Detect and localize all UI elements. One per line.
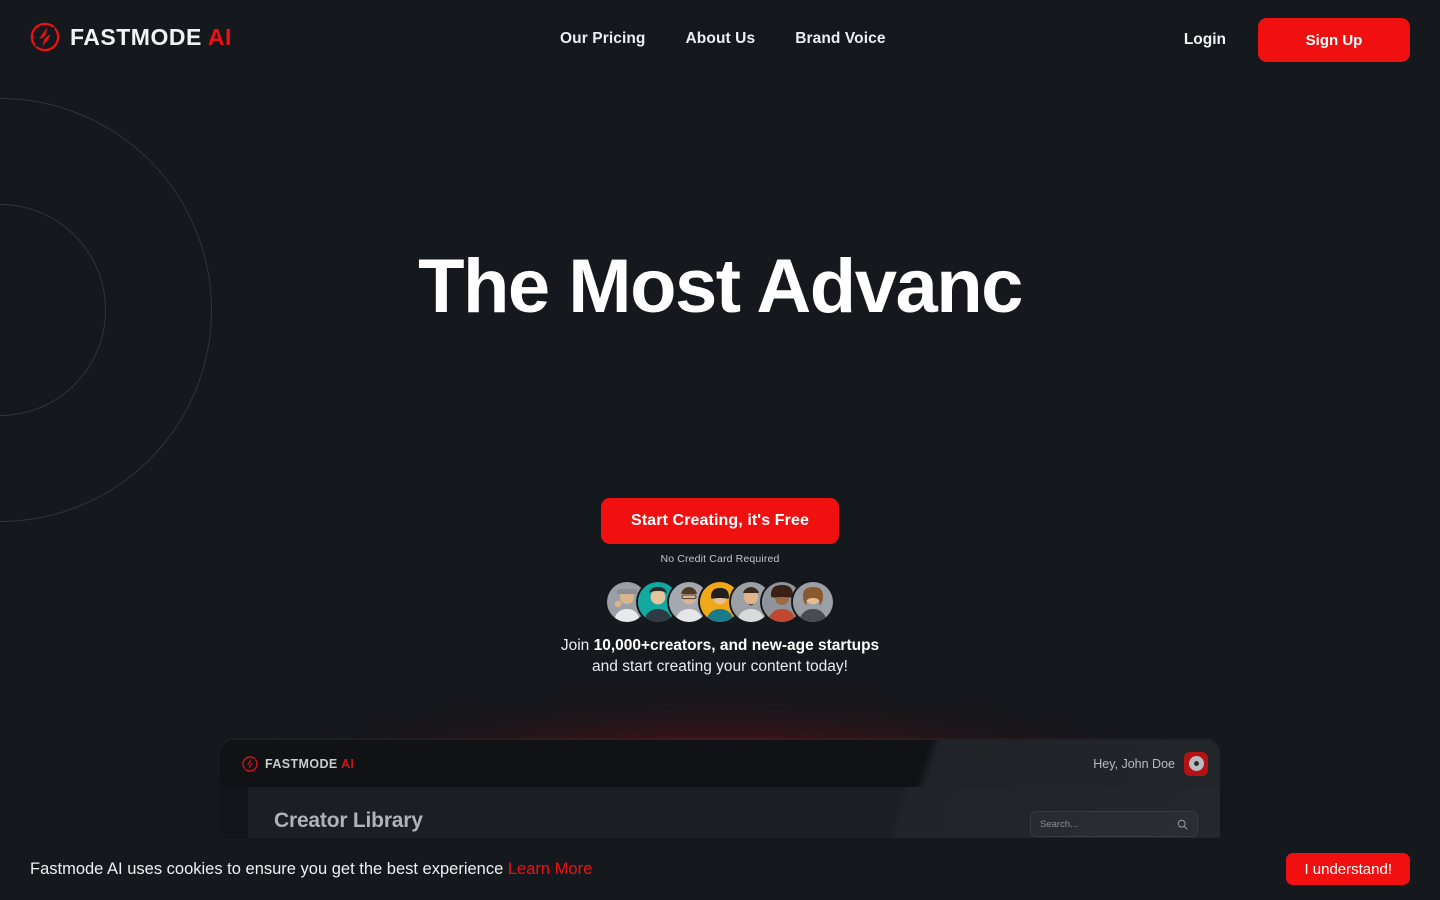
search-icon — [1177, 819, 1188, 830]
cta-note: No Credit Card Required — [660, 553, 780, 565]
search-input[interactable]: Search... — [1030, 811, 1198, 837]
site-header: FASTMODE AI Our Pricing About Us Brand V… — [0, 0, 1440, 80]
cookie-banner: Fastmode AI uses cookies to ensure you g… — [0, 838, 1440, 900]
avatar — [793, 582, 833, 622]
landing-page: FASTMODE AI Our Pricing About Us Brand V… — [0, 0, 1440, 900]
avatar-row — [607, 582, 833, 622]
app-preview-header: FASTMODE AI Hey, John Doe — [220, 740, 1220, 787]
brand-name: FASTMODE AI — [70, 23, 232, 50]
avatar[interactable] — [1184, 751, 1208, 776]
app-preview-page-title: Creator Library — [274, 809, 423, 832]
social-proof-line2: and start creating your content today! — [592, 657, 848, 675]
cookie-message: Fastmode AI uses cookies to ensure you g… — [30, 860, 592, 879]
lightning-bolt-icon — [242, 755, 258, 772]
nav-item-our-pricing[interactable]: Our Pricing — [560, 30, 646, 48]
lightning-bolt-icon — [30, 22, 60, 52]
app-preview-brand-suffix: AI — [341, 756, 355, 771]
search-placeholder: Search... — [1040, 818, 1079, 830]
hero-title: The Most Advanc — [418, 244, 1023, 329]
social-proof-count: 10,000+creators, and new-age startups — [593, 637, 880, 654]
user-greeting: Hey, John Doe — [1093, 756, 1175, 771]
accept-cookies-button[interactable]: I understand! — [1286, 853, 1410, 885]
signup-button[interactable]: Sign Up — [1258, 18, 1410, 62]
lens-icon — [1188, 756, 1204, 771]
hero-cta-group: Start Creating, it's Free No Credit Card… — [0, 498, 1440, 565]
header-actions: Login Sign Up — [1184, 18, 1410, 62]
nav-item-about-us[interactable]: About Us — [686, 30, 756, 48]
app-preview-brand-name: FASTMODE AI — [265, 757, 354, 771]
social-proof: Join 10,000+creators, and new-age startu… — [0, 636, 1440, 677]
brand-name-main: FASTMODE — [70, 23, 202, 50]
cookie-message-text: Fastmode AI uses cookies to ensure you g… — [30, 859, 508, 878]
nav-item-brand-voice[interactable]: Brand Voice — [795, 30, 885, 48]
app-preview-brand-main: FASTMODE — [265, 756, 338, 771]
brand-name-suffix: AI — [207, 23, 232, 50]
app-preview-user[interactable]: Hey, John Doe — [1093, 751, 1208, 776]
main-nav: Our Pricing About Us Brand Voice — [560, 30, 886, 48]
start-creating-button[interactable]: Start Creating, it's Free — [601, 498, 839, 544]
social-proof-prefix: Join — [560, 637, 594, 654]
login-link[interactable]: Login — [1184, 31, 1226, 49]
creator-avatars — [0, 582, 1440, 622]
learn-more-link[interactable]: Learn More — [508, 860, 592, 878]
app-preview-brand: FASTMODE AI — [242, 755, 354, 772]
brand-logo[interactable]: FASTMODE AI — [30, 22, 232, 52]
